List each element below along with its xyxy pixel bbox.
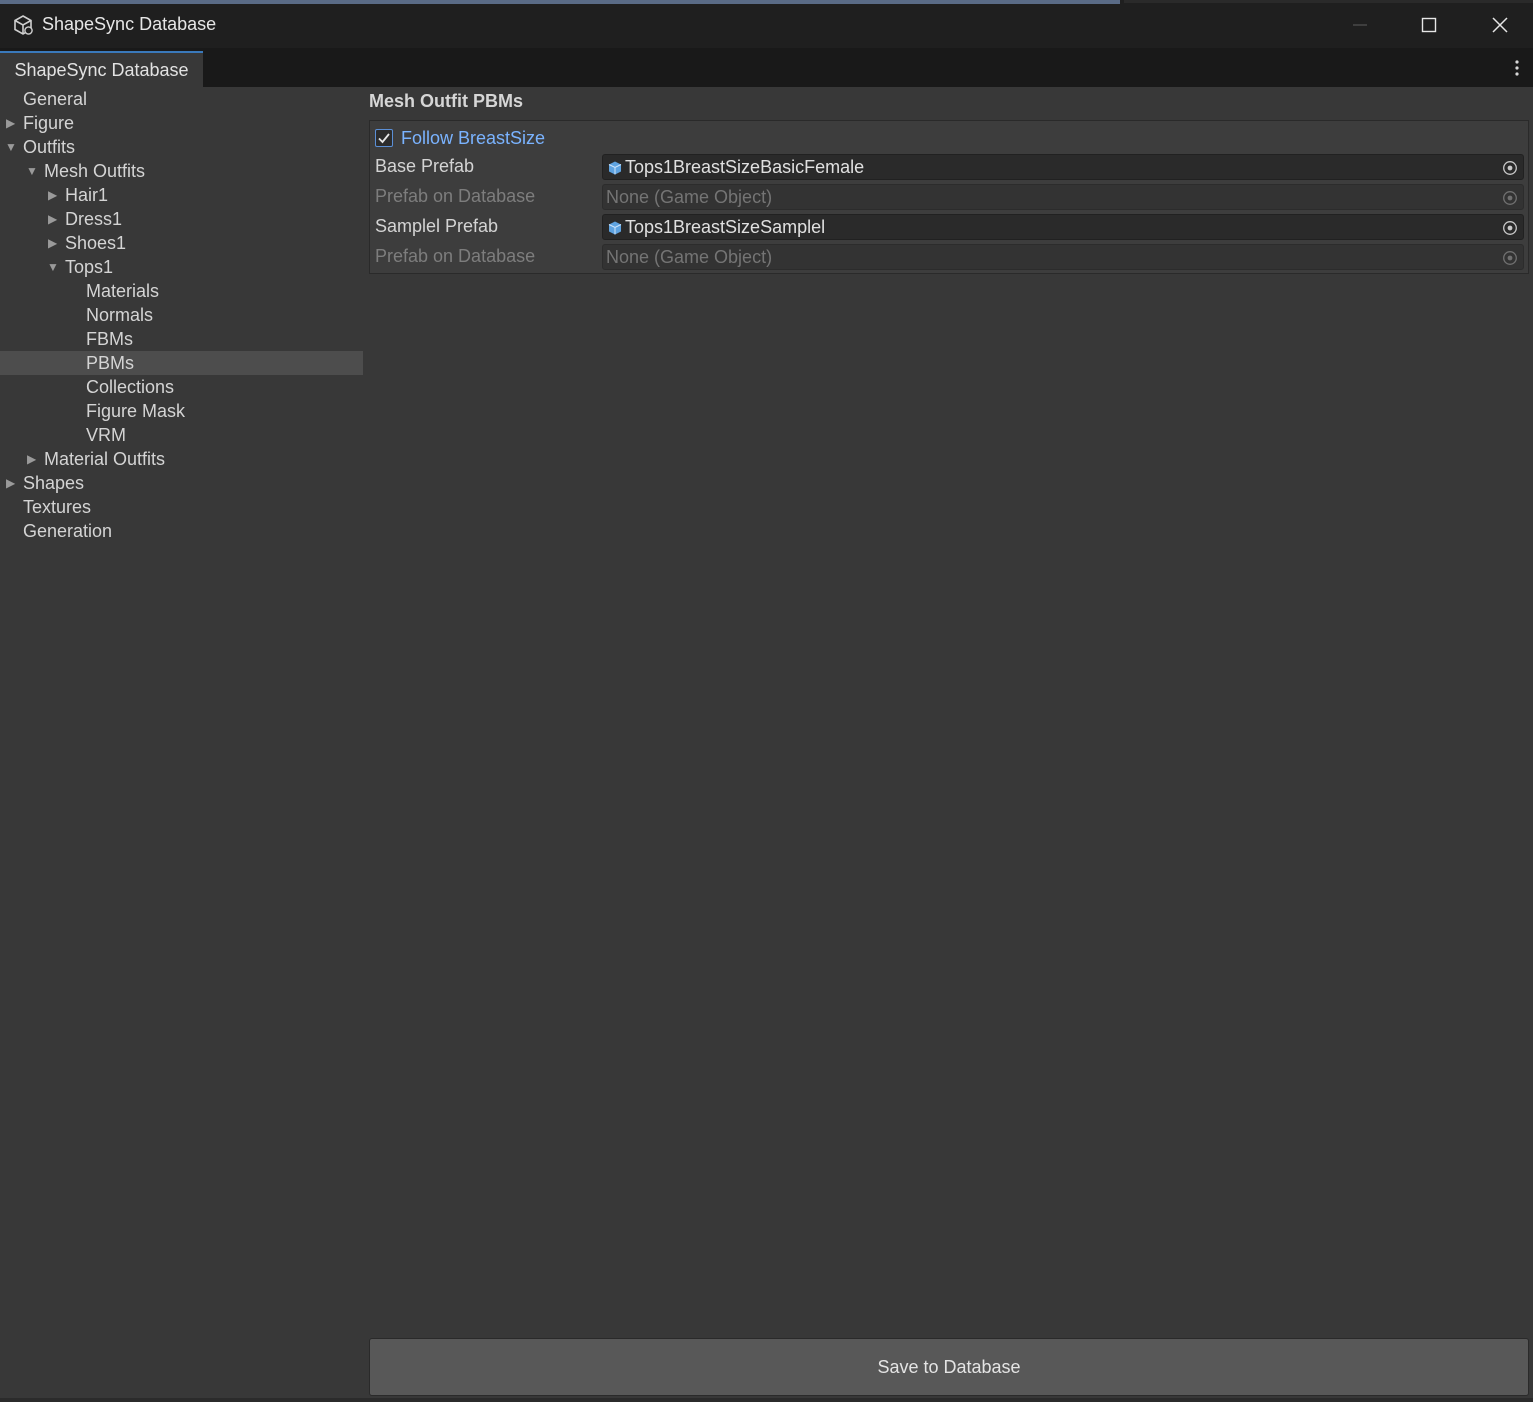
tree-item-generation[interactable]: Generation (0, 519, 363, 543)
prefab-on-database-row: Prefab on Database None (Game Object) (375, 184, 1525, 210)
tree-item-label: General (23, 89, 88, 109)
follow-breastsize-toggle[interactable]: Follow BreastSize (375, 126, 545, 150)
checkmark-icon (378, 133, 390, 144)
tree-item-dress1[interactable]: ▶ Dress1 (0, 207, 363, 231)
collapse-arrow-icon[interactable]: ▼ (26, 159, 40, 183)
tree-item-label: Collections (86, 377, 175, 397)
expand-arrow-icon[interactable]: ▶ (48, 231, 62, 255)
tree-item-label: Materials (86, 281, 160, 301)
object-picker-icon[interactable] (1502, 220, 1518, 236)
tree-item-label: VRM (86, 425, 126, 445)
samplel-prefab-object-field[interactable]: Tops1BreastSizeSamplel (602, 214, 1524, 240)
collapse-arrow-icon[interactable]: ▼ (47, 255, 61, 279)
tree-item-outfits[interactable]: ▼ Outfits (0, 135, 363, 159)
tree-item-label: PBMs (86, 353, 135, 373)
checkbox-label: Follow BreastSize (401, 127, 546, 148)
tree-item-shapes[interactable]: ▶ Shapes (0, 471, 363, 495)
titlebar-accent-line (0, 0, 1120, 4)
tree-item-shoes1[interactable]: ▶ Shoes1 (0, 231, 363, 255)
field-label: Base Prefab (375, 156, 475, 176)
tree-item-textures[interactable]: Textures (0, 495, 363, 519)
collapse-arrow-icon[interactable]: ▼ (5, 135, 19, 159)
window-title: ShapeSync Database (42, 14, 217, 34)
tree-item-mesh-outfits[interactable]: ▼ Mesh Outfits (0, 159, 363, 183)
tree-item-collections[interactable]: Collections (0, 375, 363, 399)
object-picker-icon (1503, 251, 1517, 265)
checkbox[interactable] (375, 129, 393, 147)
samplel-prefab-row: Samplel Prefab Tops1BreastSizeSamplel (375, 214, 1525, 240)
object-picker-icon (1503, 191, 1517, 205)
prefab-on-database-row: Prefab on Database None (Game Object) (375, 244, 1525, 270)
expand-arrow-icon[interactable]: ▶ (48, 183, 62, 207)
tree-item-vrm[interactable]: VRM (0, 423, 363, 447)
expand-arrow-icon[interactable]: ▶ (6, 111, 20, 135)
field-label: Prefab on Database (375, 246, 536, 266)
tree-item-figure-mask[interactable]: Figure Mask (0, 399, 363, 423)
tree-item-label: Figure (23, 113, 75, 133)
tree-item-label: Dress1 (65, 209, 123, 229)
titlebar-edge (1124, 0, 1533, 3)
tab-shapesync-database[interactable]: ShapeSync Database (0, 51, 203, 87)
object-field-value: Tops1BreastSizeSamplel (625, 217, 826, 237)
base-prefab-row: Base Prefab Tops1BreastSizeBasicFemale (375, 154, 1525, 180)
field-label: Samplel Prefab (375, 216, 499, 236)
base-prefab-object-field[interactable]: Tops1BreastSizeBasicFemale (602, 154, 1524, 180)
tree-item-label: Shapes (23, 473, 85, 493)
tree-item-label: Generation (23, 521, 113, 541)
minimize-button[interactable] (1330, 6, 1390, 44)
tree-item-hair1[interactable]: ▶ Hair1 (0, 183, 363, 207)
window-titlebar: ShapeSync Database (0, 0, 1533, 48)
more-options-icon[interactable] (1509, 58, 1525, 78)
expand-arrow-icon[interactable]: ▶ (6, 471, 20, 495)
tree-sidebar: General ▶ Figure ▼ Outfits ▼ Mesh Outfit… (0, 87, 363, 1402)
tree-item-figure[interactable]: ▶ Figure (0, 111, 363, 135)
tree-item-material-outfits[interactable]: ▶ Material Outfits (0, 447, 363, 471)
close-icon (1492, 17, 1508, 33)
prefab-cube-icon (608, 161, 622, 175)
prefab-on-database-object-field: None (Game Object) (602, 244, 1524, 270)
tree-item-label: Outfits (23, 137, 76, 157)
tree-item-label: Material Outfits (44, 449, 166, 469)
field-label: Prefab on Database (375, 186, 536, 206)
tree-item-label: Hair1 (65, 185, 109, 205)
tree-item-normals[interactable]: Normals (0, 303, 363, 327)
tree-item-tops1[interactable]: ▼ Tops1 (0, 255, 363, 279)
window-bottom-edge (0, 1398, 1533, 1402)
tree-item-pbms[interactable]: PBMs (0, 351, 363, 375)
tree-item-label: Shoes1 (65, 233, 127, 253)
expand-arrow-icon[interactable]: ▶ (27, 447, 41, 471)
prefab-cube-icon (608, 221, 622, 235)
maximize-button[interactable] (1399, 6, 1459, 44)
editor-tab-bar: ShapeSync Database (0, 48, 1533, 87)
tree-item-materials[interactable]: Materials (0, 279, 363, 303)
maximize-icon (1421, 17, 1437, 33)
object-field-value: Tops1BreastSizeBasicFemale (625, 157, 865, 177)
tree-item-label: Normals (86, 305, 154, 325)
unity-cube-icon (14, 15, 33, 35)
tree-item-label: Textures (23, 497, 92, 517)
tree-item-label: FBMs (86, 329, 133, 349)
inspector-main: Mesh Outfit PBMs Follow BreastSize Base … (363, 87, 1533, 1402)
tree-item-label: Figure Mask (86, 401, 186, 421)
object-picker-icon[interactable] (1502, 160, 1518, 176)
save-to-database-button[interactable]: Save to Database (369, 1338, 1529, 1396)
object-field-value: None (Game Object) (606, 247, 773, 267)
minimize-icon (1353, 24, 1367, 26)
close-button[interactable] (1470, 6, 1530, 44)
tree-item-fbms[interactable]: FBMs (0, 327, 363, 351)
pbm-settings-panel: Follow BreastSize Base Prefab Tops1Breas… (369, 120, 1529, 274)
tree-item-general[interactable]: General (0, 87, 363, 111)
section-title: Mesh Outfit PBMs (369, 91, 524, 111)
tree-item-label: Tops1 (65, 257, 114, 277)
expand-arrow-icon[interactable]: ▶ (48, 207, 62, 231)
object-field-value: None (Game Object) (606, 187, 773, 207)
tree-item-label: Mesh Outfits (44, 161, 146, 181)
prefab-on-database-object-field: None (Game Object) (602, 184, 1524, 210)
